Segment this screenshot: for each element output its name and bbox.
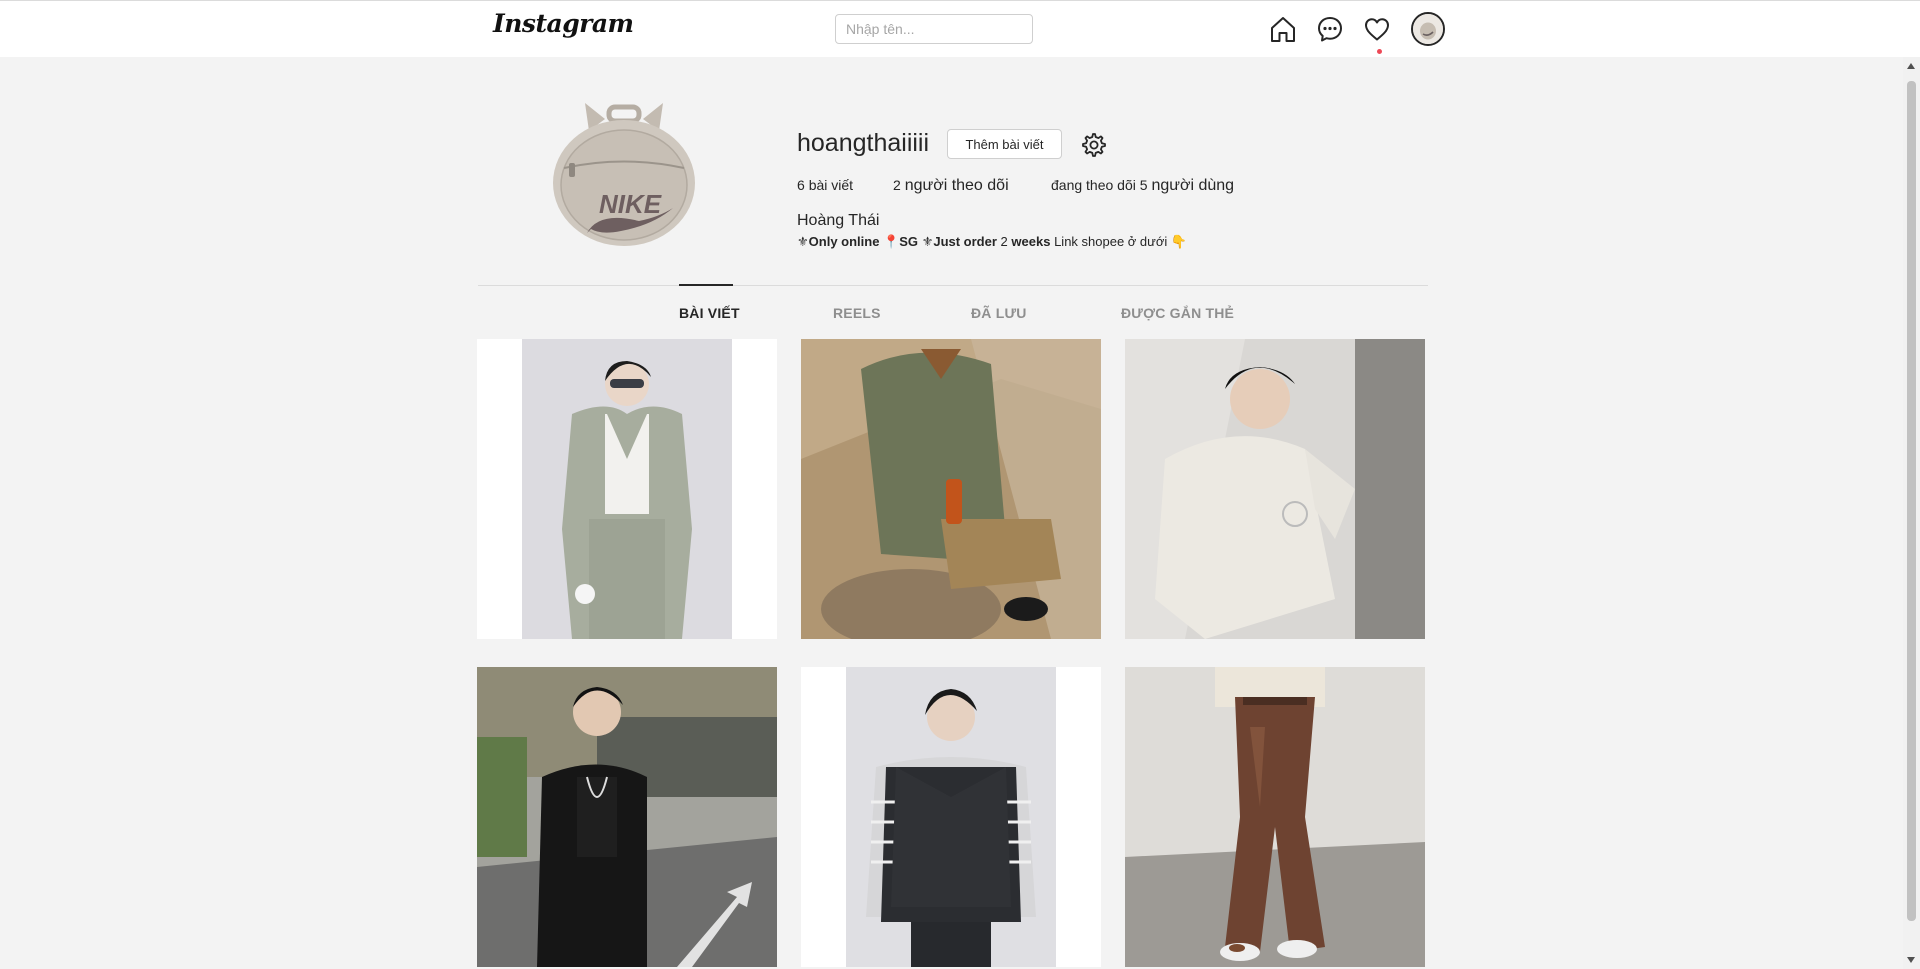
bio-part-5: weeks: [1011, 234, 1051, 249]
tabs-divider: [478, 285, 1428, 286]
bio-part-6: Link shopee ở dưới: [1054, 234, 1168, 249]
post-thumbnail[interactable]: [801, 667, 1101, 967]
tab-reels[interactable]: REELS: [833, 305, 881, 321]
avatar[interactable]: [1411, 12, 1445, 46]
heart-icon[interactable]: [1362, 14, 1392, 44]
posts-label: bài viết: [808, 177, 854, 193]
post-thumbnail[interactable]: [477, 339, 777, 639]
post-thumbnail[interactable]: [801, 339, 1101, 639]
bio-part-4: 2: [1000, 234, 1008, 249]
notification-dot: [1377, 49, 1382, 54]
following-stat[interactable]: đang theo dõi 5 người dùng: [1051, 177, 1234, 195]
tab-posts[interactable]: BÀI VIẾT: [679, 305, 740, 321]
scroll-thumb[interactable]: [1907, 81, 1916, 921]
post-thumbnail[interactable]: [1125, 667, 1425, 967]
profile-picture[interactable]: NIKE: [549, 93, 699, 248]
add-post-button[interactable]: Thêm bài viết: [947, 129, 1062, 159]
page-scrollbar[interactable]: [1903, 57, 1920, 969]
bio-part-1: Only online: [808, 234, 880, 249]
pin-icon: 📍: [883, 234, 900, 249]
sparkle-icon: ⚜: [921, 234, 934, 249]
post-thumbnail[interactable]: [1125, 339, 1425, 639]
scroll-up-arrow-icon[interactable]: [1907, 63, 1915, 69]
following-count: 5: [1139, 177, 1148, 193]
svg-text:NIKE: NIKE: [599, 189, 662, 219]
profile-full-name: Hoàng Thái: [797, 212, 880, 229]
sparkle-icon: ⚜: [797, 234, 809, 249]
bio-part-2: SG: [899, 234, 919, 249]
instagram-logo[interactable]: Instagram: [493, 9, 634, 38]
post-thumbnail[interactable]: [477, 667, 777, 967]
home-icon[interactable]: [1268, 14, 1298, 44]
active-tab-indicator: [679, 284, 733, 286]
profile-username: hoangthaiiiii: [797, 129, 930, 157]
search-input[interactable]: [835, 14, 1033, 44]
followers-stat[interactable]: 2 người theo dõi: [893, 177, 1009, 195]
gear-icon[interactable]: [1079, 130, 1107, 158]
profile-bio: ⚜Only online 📍SG ⚜Just order 2 weeks Lin…: [797, 234, 1187, 250]
scroll-down-arrow-icon[interactable]: [1907, 957, 1915, 963]
top-nav-bar: Instagram: [0, 0, 1920, 57]
followers-count: 2: [893, 177, 901, 193]
point-down-icon: 👇: [1170, 234, 1188, 249]
messenger-icon[interactable]: [1315, 14, 1345, 44]
posts-count-stat: 6 bài viết: [797, 177, 853, 193]
following-prefix: đang theo dõi: [1051, 177, 1136, 193]
posts-count: 6: [797, 177, 805, 193]
tab-tagged[interactable]: ĐƯỢC GẮN THẺ: [1121, 305, 1234, 321]
bio-part-3: Just order: [933, 234, 997, 249]
tab-saved[interactable]: ĐÃ LƯU: [971, 305, 1027, 321]
following-label: người dùng: [1151, 177, 1235, 194]
followers-label: người theo dõi: [904, 177, 1009, 194]
